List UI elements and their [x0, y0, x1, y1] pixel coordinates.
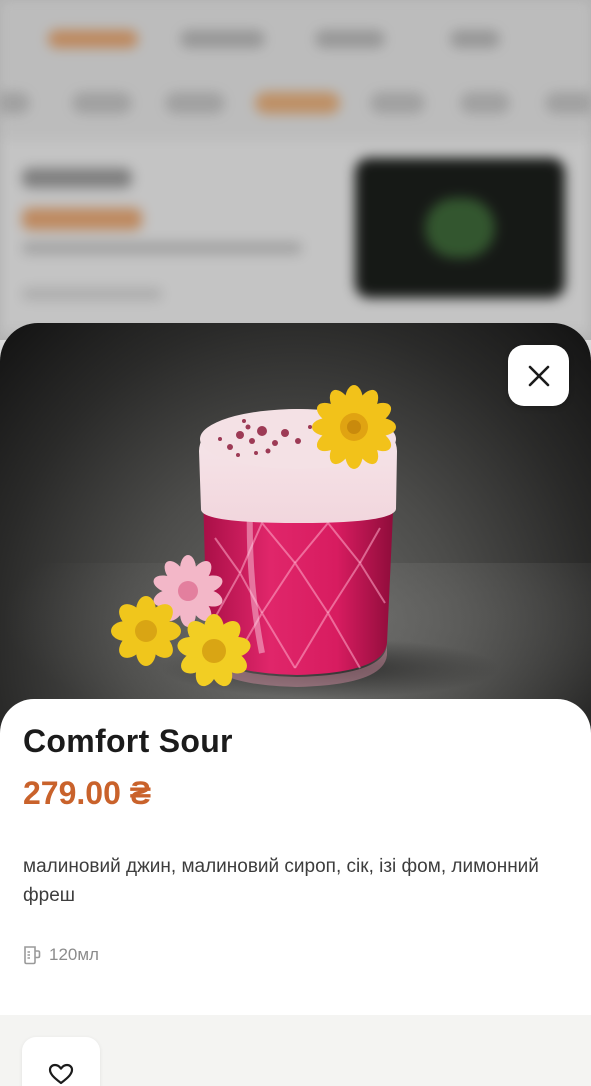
product-image [0, 323, 591, 743]
cocktail-illustration [111, 385, 500, 698]
product-price: 279.00 ₴ [23, 775, 152, 811]
product-volume: 120мл [23, 945, 99, 965]
close-button[interactable] [508, 345, 569, 406]
favorite-button[interactable] [22, 1037, 100, 1086]
volume-label: 120мл [49, 945, 99, 964]
close-icon [528, 365, 549, 386]
product-name: Comfort Sour [23, 723, 233, 759]
modal-backdrop[interactable] [0, 0, 591, 340]
glass-measure-icon [24, 946, 41, 965]
product-description: малиновий джин, малиновий сироп, сік, із… [23, 856, 539, 906]
action-bar [0, 1015, 591, 1086]
product-details: Comfort Sour 279.00 ₴ малиновий джин, ма… [0, 699, 591, 1086]
product-sheet: Comfort Sour 279.00 ₴ малиновий джин, ма… [0, 323, 591, 1086]
heart-icon [48, 1063, 74, 1085]
